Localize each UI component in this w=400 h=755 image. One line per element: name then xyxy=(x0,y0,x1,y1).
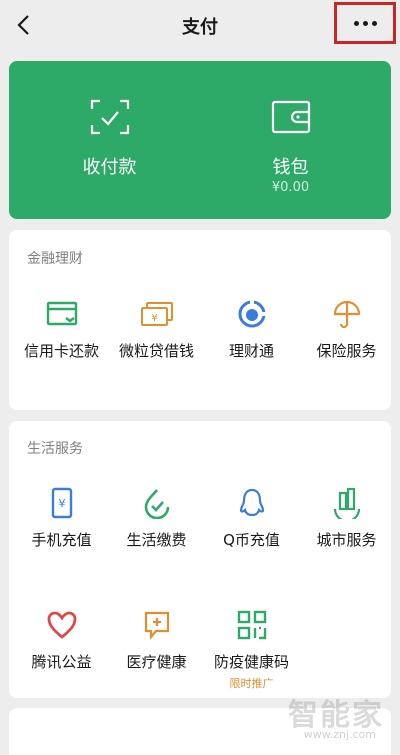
wealth-icon xyxy=(238,299,268,328)
weilidai-loan-button[interactable]: ¥ 微粒贷借钱 xyxy=(109,298,204,368)
navbar: 支付 xyxy=(0,0,400,52)
wallet-icon xyxy=(271,100,310,134)
insurance-button[interactable]: 保险服务 xyxy=(299,298,394,368)
utility-bill-button[interactable]: 生活缴费 xyxy=(109,487,204,557)
wallet-button[interactable]: 钱包 ¥0.00 xyxy=(195,61,386,219)
watermark-url: www.znj.com xyxy=(303,728,376,741)
utility-bill-icon xyxy=(144,489,169,519)
svg-text:¥: ¥ xyxy=(58,497,65,510)
health-code-button[interactable]: 防疫健康码 限时推广 xyxy=(204,609,299,690)
qq-coin-button[interactable]: Q币充值 xyxy=(204,487,299,557)
wallet-label: 钱包 xyxy=(272,157,309,178)
scan-qr-icon xyxy=(90,99,129,135)
tencent-charity-button[interactable]: 腾讯公益 xyxy=(14,609,109,679)
more-dot-icon xyxy=(371,20,377,26)
more-dot-icon xyxy=(353,20,359,26)
credit-card-repay-button[interactable]: 信用卡还款 xyxy=(14,298,109,368)
city-service-label: 城市服务 xyxy=(316,531,377,549)
city-service-button[interactable]: 城市服务 xyxy=(299,487,394,557)
life-service-card: 生活服务 ¥ 手机充值 生活缴费 Q币充值 城市服务 腾讯公益 医疗健康 防疫健… xyxy=(9,421,391,698)
finance-section-title: 金融理财 xyxy=(27,251,83,267)
city-service-icon xyxy=(333,487,360,519)
mobile-topup-icon: ¥ xyxy=(51,487,72,519)
loan-icon: ¥ xyxy=(140,302,173,326)
licaitong-button[interactable]: 理财通 xyxy=(204,298,299,368)
charity-heart-icon xyxy=(47,611,76,639)
life-section-title: 生活服务 xyxy=(27,441,83,457)
insurance-icon xyxy=(333,300,360,329)
promo-tag: 限时推广 xyxy=(229,677,274,690)
qq-coin-icon xyxy=(239,488,264,517)
insurance-label: 保险服务 xyxy=(316,342,377,360)
svg-text:¥: ¥ xyxy=(151,313,157,324)
more-button[interactable] xyxy=(334,2,396,44)
credit-card-icon xyxy=(46,301,77,326)
receive-pay-button[interactable]: 收付款 xyxy=(14,61,205,219)
health-qr-icon xyxy=(237,610,266,640)
more-dot-icon xyxy=(362,20,368,26)
payment-hero-card: 收付款 钱包 ¥0.00 xyxy=(9,61,391,219)
health-code-label: 防疫健康码 xyxy=(213,653,289,671)
medical-health-button[interactable]: 医疗健康 xyxy=(109,609,204,679)
mobile-topup-button[interactable]: ¥ 手机充值 xyxy=(14,487,109,557)
medical-icon xyxy=(144,611,169,640)
receive-pay-label: 收付款 xyxy=(82,157,137,178)
wallet-balance: ¥0.00 xyxy=(271,180,310,195)
finance-card: 金融理财 信用卡还款 ¥ 微粒贷借钱 理财通 保险服务 xyxy=(9,230,391,410)
